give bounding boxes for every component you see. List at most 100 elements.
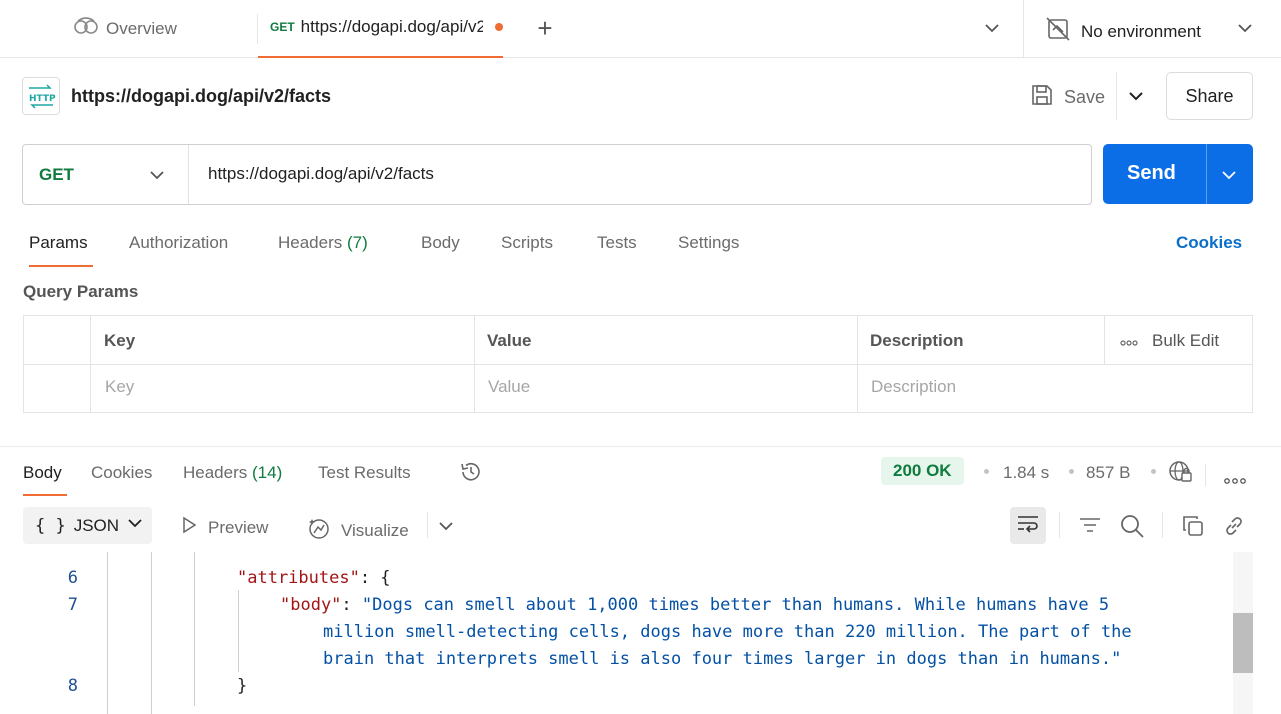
send-options-chevron-down-icon[interactable] [1221, 167, 1237, 188]
value-input[interactable]: Value [488, 377, 530, 397]
tab-headers[interactable]: Headers (7) [278, 233, 368, 253]
response-tab-cookies[interactable]: Cookies [91, 463, 152, 483]
format-select[interactable]: { } JSON [23, 507, 152, 544]
response-code-view[interactable]: 6 "attributes": { 7 "body": "Dogs can sm… [0, 552, 1281, 714]
json-punctuation: : { [359, 568, 391, 588]
bulk-edit-button[interactable]: Bulk Edit [1120, 331, 1219, 351]
indent-guide [107, 552, 108, 714]
query-params-label: Query Params [23, 282, 139, 301]
format-label: JSON [73, 515, 120, 535]
save-button[interactable]: Save [1030, 83, 1105, 112]
add-tab-button[interactable]: + [532, 14, 558, 42]
tab-scripts[interactable]: Scripts [501, 233, 553, 253]
no-environment-icon [1045, 16, 1071, 47]
method-label: GET [39, 165, 74, 184]
share-button[interactable]: Share [1166, 72, 1253, 120]
method-select[interactable]: GET [23, 145, 189, 204]
tab-params[interactable]: Params [29, 233, 88, 253]
request-title[interactable]: https://dogapi.dog/api/v2/facts [71, 86, 331, 107]
http-request-icon: HTTP [22, 77, 60, 115]
environment-label: No environment [1081, 21, 1202, 41]
wrap-lines-button[interactable] [1010, 507, 1046, 544]
tab-method: GET [270, 20, 295, 34]
search-icon[interactable] [1119, 513, 1145, 544]
column-divider [90, 316, 91, 412]
overview-icon [74, 16, 98, 41]
key-input[interactable]: Key [105, 377, 134, 397]
tab-overview-label: Overview [106, 18, 177, 38]
query-params-table: Key Value Description Bulk Edit Key Valu… [23, 315, 1253, 413]
more-options-icon [1120, 331, 1138, 351]
url-bar: GET [22, 144, 1092, 205]
visualize-button[interactable]: Visualize [307, 516, 409, 545]
indent-guide [151, 552, 152, 714]
response-toolbar: { } JSON Preview Visualize [0, 507, 1281, 547]
tab-overview[interactable]: Overview [74, 16, 177, 41]
code-line: "attributes": { [237, 568, 391, 588]
toolbar-divider [427, 512, 428, 538]
column-header-key: Key [104, 331, 136, 350]
environment-chevron-down-icon[interactable] [1236, 19, 1254, 42]
code-line-wrapped: million smell-detecting cells, dogs have… [323, 622, 1132, 642]
response-size[interactable]: 857 B [1086, 463, 1130, 483]
send-button[interactable]: Send [1103, 144, 1253, 204]
tab-headers-label: Headers [278, 233, 343, 252]
toolbar-divider [1162, 512, 1163, 538]
response-tab-test-results[interactable]: Test Results [318, 463, 411, 483]
column-divider [474, 316, 475, 412]
tab-bar: Overview GET https://dogapi.dog/api/v2/f… [0, 0, 1281, 58]
response-tab-headers[interactable]: Headers (14) [183, 463, 282, 483]
save-label: Save [1064, 87, 1106, 107]
visualize-chevron-down-icon[interactable] [437, 517, 455, 540]
environment-selector[interactable]: No environment [1045, 16, 1201, 47]
json-punctuation: : [341, 595, 362, 615]
column-header-description: Description [870, 331, 964, 350]
tab-settings[interactable]: Settings [678, 233, 739, 253]
copy-icon[interactable] [1181, 514, 1205, 543]
send-divider [1206, 144, 1207, 204]
response-tab-body-underline [23, 494, 67, 496]
wrap-lines-icon [1016, 513, 1040, 538]
tab-tests[interactable]: Tests [597, 233, 637, 253]
response-tab-headers-count: (14) [252, 463, 283, 482]
toolbar-divider [1059, 512, 1060, 538]
response-tabs: Body Cookies Headers (14) Test Results 2… [0, 457, 1281, 496]
separator-dot [984, 469, 989, 474]
link-icon[interactable] [1222, 514, 1246, 543]
save-options-chevron-down-icon[interactable] [1127, 87, 1145, 110]
description-input[interactable]: Description [871, 377, 956, 397]
table-header-row [24, 316, 1252, 365]
network-globe-lock-icon[interactable] [1168, 460, 1194, 489]
response-tab-body[interactable]: Body [23, 463, 62, 483]
json-key: "body" [280, 595, 342, 615]
tab-request-active[interactable]: GET https://dogapi.dog/api/v2/facts [258, 0, 503, 58]
tab-body[interactable]: Body [421, 233, 460, 253]
tab-authorization[interactable]: Authorization [129, 233, 228, 253]
column-divider [857, 316, 858, 412]
url-input[interactable] [208, 164, 1068, 184]
line-number: 8 [67, 676, 78, 696]
history-icon[interactable] [458, 460, 484, 489]
method-chevron-down-icon [149, 167, 165, 188]
tab-params-underline [29, 265, 93, 267]
status-badge[interactable]: 200 OK [881, 457, 964, 485]
visualize-label: Visualize [341, 520, 409, 540]
bulk-edit-label: Bulk Edit [1152, 331, 1220, 350]
preview-button[interactable]: Preview [180, 516, 268, 539]
response-time[interactable]: 1.84 s [1003, 463, 1049, 483]
filter-icon[interactable] [1078, 514, 1102, 541]
code-line-wrapped: brain that interprets smell is also four… [323, 649, 1122, 669]
response-divider[interactable] [0, 446, 1281, 447]
tab-list-chevron-down-icon[interactable] [983, 19, 1001, 42]
response-more-options-icon[interactable] [1224, 469, 1246, 489]
preview-label: Preview [208, 517, 269, 537]
scrollbar-thumb[interactable] [1233, 613, 1253, 673]
cookies-link[interactable]: Cookies [1176, 233, 1242, 253]
toolbar-divider [1205, 464, 1206, 486]
json-braces-icon: { } [35, 515, 66, 536]
indent-guide [194, 552, 195, 706]
tab-active-underline [258, 56, 503, 58]
send-label: Send [1127, 162, 1176, 184]
request-tabs: Params Authorization Headers (7) Body Sc… [0, 230, 1281, 268]
line-number: 7 [67, 595, 78, 615]
